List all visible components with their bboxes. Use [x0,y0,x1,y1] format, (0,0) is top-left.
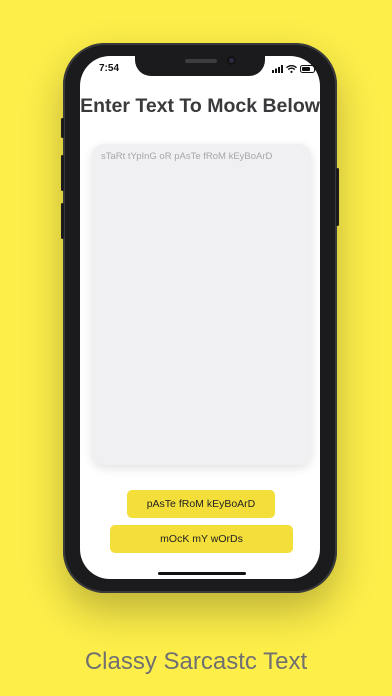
promo-caption: Classy Sarcastc Text [84,648,308,675]
silent-switch [61,118,64,138]
front-camera [227,56,236,65]
paste-from-keyboard-button[interactable]: pAsTe fRoM kEyBoArD [127,490,275,518]
page-title: Enter Text To Mock Below [80,95,320,117]
power-button [336,168,339,226]
mock-my-words-button[interactable]: mOcK mY wOrDs [110,525,293,553]
speaker-grille [185,59,217,63]
status-icons [272,64,317,74]
status-time: 7:54 [99,63,120,74]
mock-text-input[interactable] [92,144,311,465]
wifi-icon [286,65,297,73]
cellular-signal-icon [272,65,283,73]
volume-down-button [61,203,64,239]
battery-icon [300,65,317,73]
home-indicator [158,572,246,575]
volume-up-button [61,155,64,191]
